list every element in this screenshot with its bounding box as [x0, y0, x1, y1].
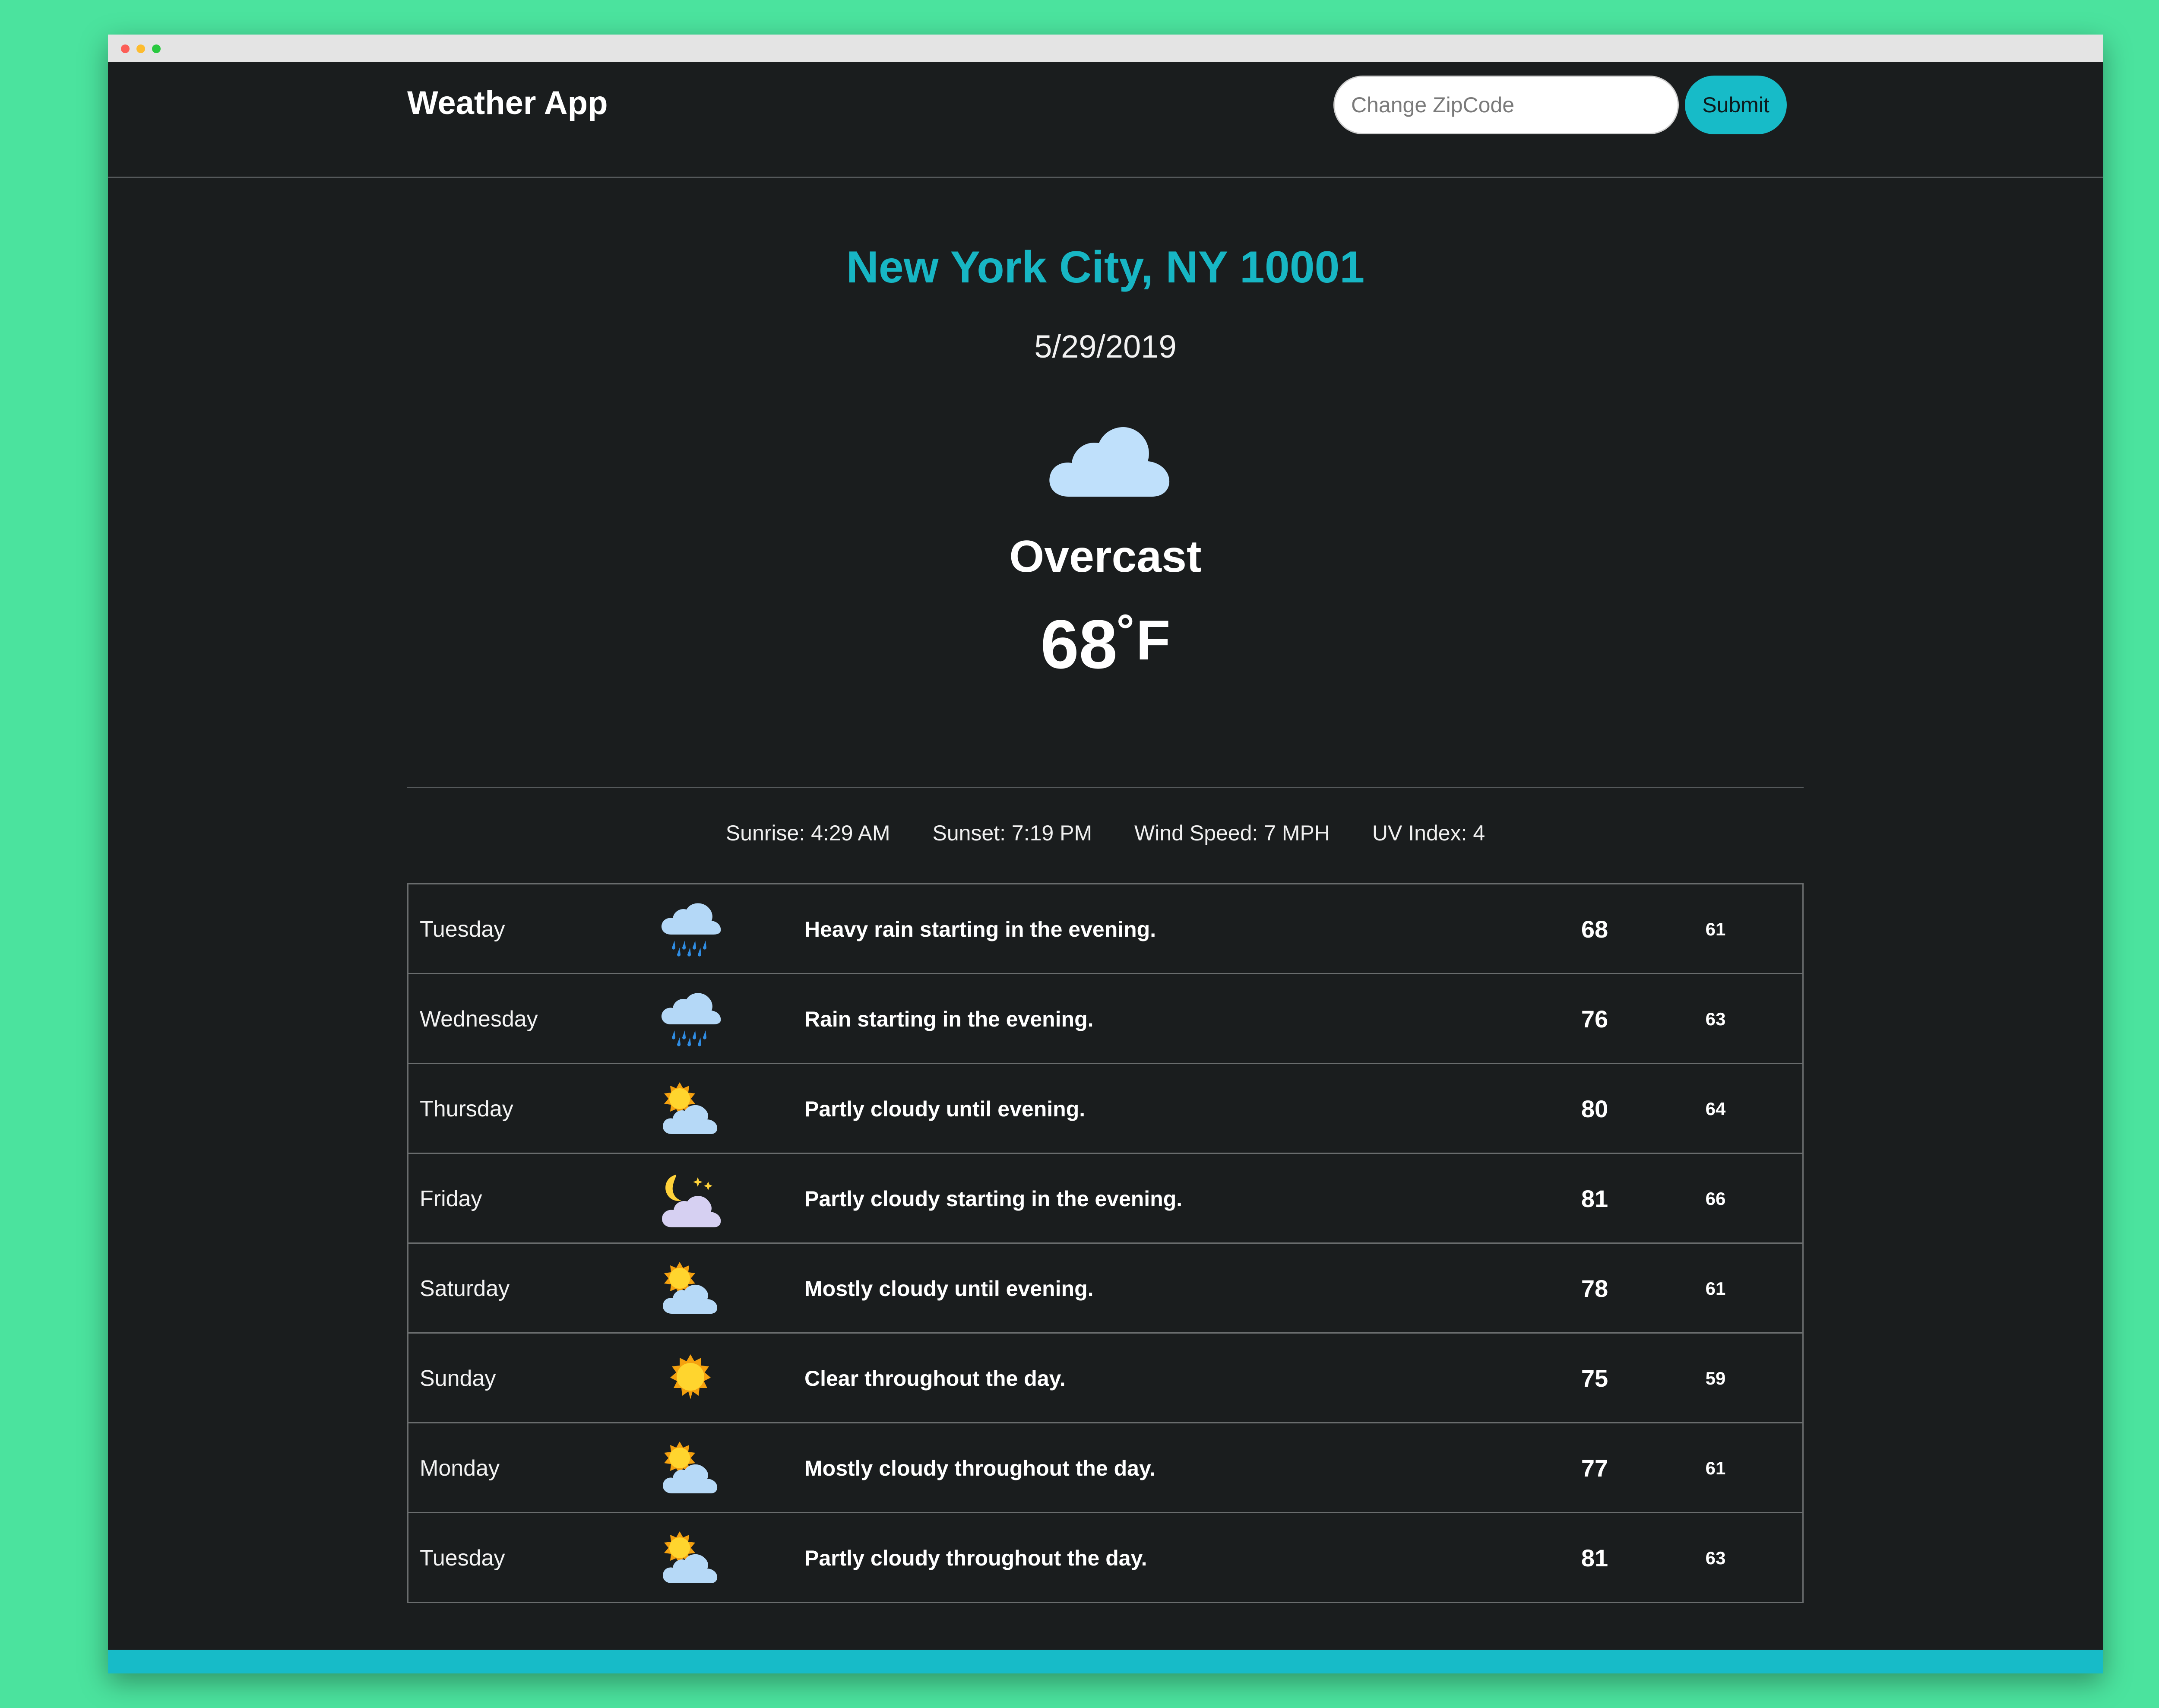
forecast-summary: Partly cloudy throughout the day. [804, 1546, 1147, 1570]
weather-stats: Sunrise: 4:29 AM Sunset: 7:19 PM Wind Sp… [108, 821, 2103, 846]
forecast-day: Tuesday [420, 1546, 505, 1571]
minimize-window-icon[interactable] [136, 44, 145, 53]
wind-speed-stat: Wind Speed: 7 MPH [1134, 821, 1330, 845]
forecast-low: 64 [1705, 1099, 1726, 1119]
navbar: Weather App Submit [108, 62, 2103, 178]
forecast-row: Tuesday Partly cloudy throughout the day.… [408, 1513, 1802, 1602]
forecast-low: 61 [1705, 1458, 1726, 1478]
footer-bar [108, 1650, 2103, 1673]
forecast-low: 61 [1705, 1278, 1726, 1299]
forecast-row: Tuesday Heavy rain starting in the evenin… [408, 884, 1802, 974]
forecast-row: Saturday Mostly cloudy until evening. 78 61 [408, 1244, 1802, 1334]
forecast-high: 75 [1581, 1365, 1608, 1392]
uv-index-stat: UV Index: 4 [1372, 821, 1485, 845]
app-title[interactable]: Weather App [407, 62, 608, 144]
rain-icon [658, 899, 723, 960]
forecast-high: 81 [1581, 1185, 1608, 1212]
close-window-icon[interactable] [121, 44, 130, 53]
forecast-summary: Heavy rain starting in the evening. [804, 917, 1156, 941]
forecast-low: 63 [1705, 1548, 1726, 1568]
forecast-row: Thursday Partly cloudy until evening. 80 64 [408, 1064, 1802, 1154]
forecast-summary: Partly cloudy starting in the evening. [804, 1187, 1183, 1211]
forecast-day: Tuesday [420, 917, 505, 942]
cloud-icon [1049, 427, 1170, 497]
forecast-high: 76 [1581, 1005, 1608, 1033]
forecast-summary: Clear throughout the day. [804, 1366, 1066, 1391]
zipcode-input[interactable] [1333, 76, 1679, 134]
forecast-day: Thursday [420, 1096, 513, 1122]
partly-cloudy-day-icon [658, 1258, 723, 1319]
maximize-window-icon[interactable] [152, 44, 161, 53]
partly-cloudy-night-icon [658, 1169, 723, 1229]
sunset-stat: Sunset: 7:19 PM [932, 821, 1092, 845]
forecast-summary: Mostly cloudy until evening. [804, 1277, 1094, 1301]
forecast-high: 80 [1581, 1095, 1608, 1122]
forecast-low: 66 [1705, 1188, 1726, 1209]
current-condition: Overcast [1009, 532, 1202, 582]
partly-cloudy-day-icon [658, 1438, 723, 1499]
forecast-high: 78 [1581, 1275, 1608, 1302]
forecast-low: 61 [1705, 919, 1726, 939]
location-title: New York City, NY 10001 [846, 242, 1365, 292]
temperature-unit: ˚F [1117, 608, 1171, 672]
current-date: 5/29/2019 [1034, 329, 1177, 364]
section-divider [407, 787, 1804, 788]
forecast-summary: Partly cloudy until evening. [804, 1097, 1086, 1121]
forecast-day: Monday [420, 1456, 500, 1481]
rain-icon [658, 989, 723, 1049]
forecast-summary: Mostly cloudy throughout the day. [804, 1456, 1155, 1480]
forecast-day: Wednesday [420, 1007, 538, 1032]
forecast-high: 68 [1581, 916, 1608, 943]
sun-icon [658, 1348, 723, 1409]
forecast-row: Wednesday Rain starting in the evening. 76… [408, 974, 1802, 1064]
forecast-low: 63 [1705, 1009, 1726, 1029]
forecast-row: Monday Mostly cloudy throughout the day. 7… [408, 1423, 1802, 1513]
sunrise-stat: Sunrise: 4:29 AM [725, 821, 890, 845]
forecast-table: Tuesday Heavy rain starting in the evenin… [407, 883, 1804, 1603]
partly-cloudy-day-icon [658, 1079, 723, 1139]
submit-button[interactable]: Submit [1685, 76, 1787, 134]
forecast-row: Friday Partly cloudy starting in the even… [408, 1154, 1802, 1244]
forecast-high: 81 [1581, 1544, 1608, 1572]
current-temperature: 68˚F [108, 605, 2103, 684]
forecast-summary: Rain starting in the evening. [804, 1007, 1094, 1031]
forecast-day: Saturday [420, 1276, 510, 1301]
forecast-high: 77 [1581, 1454, 1608, 1482]
forecast-day: Sunday [420, 1366, 496, 1391]
forecast-low: 59 [1705, 1368, 1726, 1388]
temperature-value: 68 [1040, 605, 1117, 683]
partly-cloudy-day-icon [658, 1528, 723, 1588]
forecast-day: Friday [420, 1186, 482, 1211]
browser-window: Weather App Submit New York City, NY 100… [108, 35, 2103, 1673]
window-titlebar [108, 35, 2103, 62]
forecast-row: Sunday Clear throughout the day. 75 59 [408, 1334, 1802, 1423]
